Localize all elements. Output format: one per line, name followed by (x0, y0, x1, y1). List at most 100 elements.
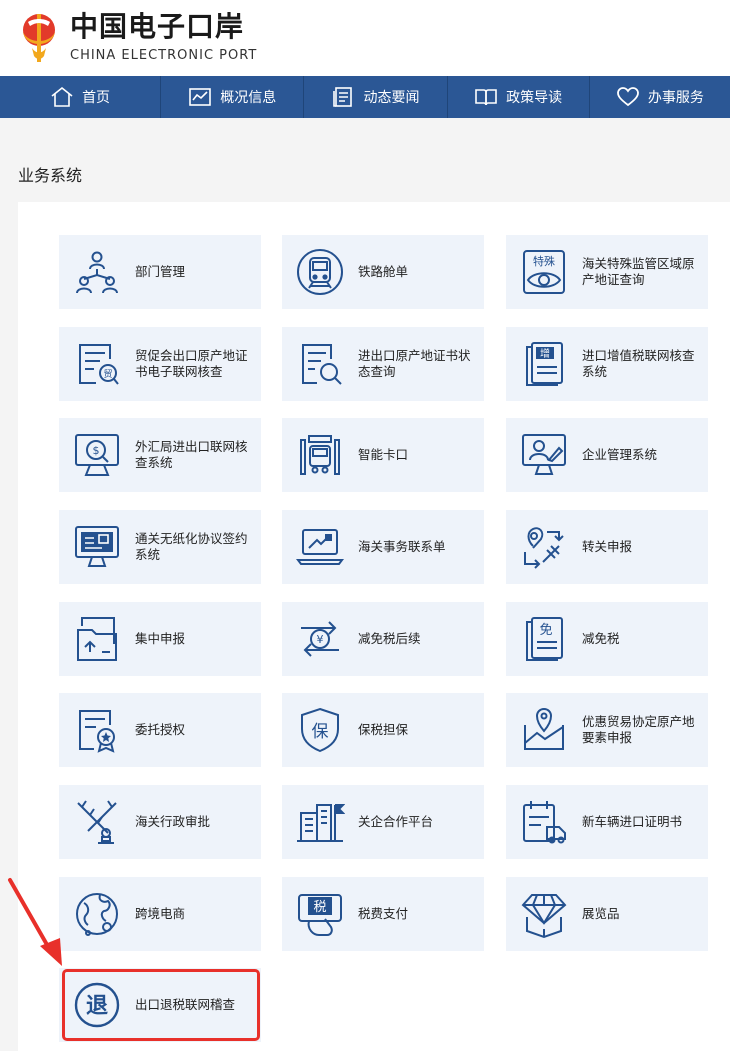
svg-text:特殊: 特殊 (533, 254, 555, 268)
building-flag-icon (297, 804, 345, 842)
svg-text:贸: 贸 (103, 368, 112, 380)
tax-refund-icon: 退 (74, 982, 120, 1028)
card-label: 海关特殊监管区域原产地证查询 (582, 256, 695, 287)
svg-text:退: 退 (86, 994, 108, 1019)
paperless-monitor-icon (75, 526, 119, 567)
book-icon (475, 89, 497, 106)
system-card-dept-management[interactable]: 部门管理 (59, 235, 261, 309)
org-chart-icon (76, 251, 118, 294)
nav-item-news[interactable]: 动态要闻 (303, 76, 446, 118)
card-label: 税费支付 (358, 906, 409, 921)
card-label: 委托授权 (135, 722, 186, 737)
system-card-admin-approval[interactable]: 海关行政审批 (59, 785, 261, 859)
card-label: 海关事务联系单 (358, 539, 446, 554)
system-card-special-zone-origin[interactable]: 特殊 海关特殊监管区域原产地证查询 (506, 235, 708, 309)
system-card-export-tax-refund-audit[interactable]: 退 出口退税联网稽查 (59, 968, 261, 1042)
yuan-exchange-icon: ¥ (301, 621, 339, 657)
upload-folder-icon (77, 617, 117, 661)
home-icon (51, 86, 73, 107)
system-card-enterprise-management[interactable]: 企业管理系统 (506, 418, 708, 492)
system-card-ccpit-origin-check[interactable]: 贸 贸促会出口原产地证书电子联网核查 (59, 327, 261, 401)
section-title: 业务系统 (18, 166, 83, 185)
nav-item-services[interactable]: 办事服务 (588, 76, 730, 118)
chart-icon (189, 88, 212, 106)
card-label: 减免税 (582, 631, 620, 646)
system-card-tax-payment[interactable]: 税 税费支付 (282, 877, 484, 951)
card-label: 转关申报 (582, 539, 633, 554)
tax-payment-icon: 税 (298, 894, 342, 936)
diamond-box-icon (521, 894, 567, 939)
authorization-certificate-icon (79, 710, 115, 753)
heart-icon (616, 87, 639, 107)
card-label: 跨境电商 (135, 906, 186, 921)
nav-item-label: 概况信息 (220, 90, 277, 106)
system-card-new-vehicle-import[interactable]: 新车辆进口证明书 (506, 785, 708, 859)
card-label: 优惠贸易协定原产地要素申报 (582, 714, 695, 745)
approval-stamp-icon (77, 800, 117, 844)
transfer-route-icon (524, 527, 564, 569)
card-label: 关企合作平台 (358, 814, 434, 829)
system-card-origin-status-query[interactable]: 进出口原产地证书状态查询 (282, 327, 484, 401)
system-card-tax-exemption[interactable]: 免 减免税 (506, 602, 708, 676)
globe-icon (76, 893, 118, 936)
card-label: 部门管理 (135, 264, 186, 279)
user-monitor-icon (522, 434, 566, 475)
card-label: 减免税后续 (358, 631, 421, 646)
svg-text:¥: ¥ (317, 633, 324, 646)
nav-item-label: 政策导读 (506, 90, 563, 106)
nav-item-policy[interactable]: 政策导读 (446, 76, 589, 118)
site-header: 中国电子口岸 CHINA ELECTRONIC PORT (0, 0, 730, 76)
system-card-exhibits[interactable]: 展览品 (506, 877, 708, 951)
nav-item-label: 首页 (82, 90, 111, 106)
system-card-transfer-declaration[interactable]: 转关申报 (506, 510, 708, 584)
svg-text:税: 税 (313, 900, 326, 915)
card-label: 企业管理系统 (582, 447, 658, 462)
system-card-customs-liaison[interactable]: 海关事务联系单 (282, 510, 484, 584)
card-label: 展览品 (582, 906, 620, 921)
bonded-shield-icon: 保 (301, 707, 339, 753)
brand-name-en: CHINA ELECTRONIC PORT (70, 48, 258, 63)
svg-text:免: 免 (539, 623, 552, 638)
system-card-railway-manifest[interactable]: 铁路舱单 (282, 235, 484, 309)
forex-monitor-icon: $ (75, 434, 119, 476)
main-nav: 首页 概况信息 动态要闻 政策导读 办事服务 (0, 76, 730, 118)
nav-item-label: 动态要闻 (363, 90, 420, 106)
china-eport-logo-icon[interactable] (14, 8, 64, 66)
card-label: 贸促会出口原产地证书电子联网核查 (135, 348, 248, 379)
nav-item-home[interactable]: 首页 (0, 76, 160, 118)
system-card-tax-exemption-followup[interactable]: ¥ 减免税后续 (282, 602, 484, 676)
card-label: 集中申报 (135, 631, 186, 646)
nav-item-label: 办事服务 (647, 90, 704, 106)
system-card-centralized-declaration[interactable]: 集中申报 (59, 602, 261, 676)
system-card-customs-enterprise-platform[interactable]: 关企合作平台 (282, 785, 484, 859)
truck-gate-icon (300, 435, 340, 475)
tax-exempt-icon: 免 (526, 617, 563, 661)
system-card-forex-check[interactable]: $ 外汇局进出口联网核查系统 (59, 418, 261, 492)
laptop-icon (296, 529, 344, 565)
brand-name-cn: 中国电子口岸 (70, 10, 245, 43)
card-label: 新车辆进口证明书 (582, 814, 683, 829)
card-label: 海关行政审批 (135, 814, 211, 829)
card-label: 外汇局进出口联网核查系统 (135, 439, 248, 470)
svg-text:增: 增 (540, 347, 550, 360)
map-pin-chart-icon (524, 707, 564, 750)
svg-text:$: $ (93, 444, 100, 457)
card-label: 通关无纸化协议签约系统 (135, 531, 248, 562)
news-icon (333, 87, 353, 107)
card-label: 进出口原产地证书状态查询 (358, 348, 471, 379)
vehicle-calendar-icon (523, 801, 566, 844)
system-card-cross-border-ecommerce[interactable]: 跨境电商 (59, 877, 261, 951)
vat-document-icon: 增 (526, 342, 563, 386)
system-card-import-vat-check[interactable]: 增 进口增值税联网核查系统 (506, 327, 708, 401)
system-card-bonded-guarantee[interactable]: 保 保税担保 (282, 693, 484, 767)
system-card-paperless-agreement[interactable]: 通关无纸化协议签约系统 (59, 510, 261, 584)
card-label: 保税担保 (358, 722, 409, 737)
nav-item-overview[interactable]: 概况信息 (160, 76, 303, 118)
system-card-smart-gate[interactable]: 智能卡口 (282, 418, 484, 492)
train-icon (297, 249, 343, 295)
document-search-icon (302, 344, 342, 385)
card-label: 出口退税联网稽查 (135, 997, 236, 1012)
system-card-preferential-origin[interactable]: 优惠贸易协定原产地要素申报 (506, 693, 708, 767)
system-card-authorization[interactable]: 委托授权 (59, 693, 261, 767)
card-label: 进口增值税联网核查系统 (582, 348, 695, 379)
